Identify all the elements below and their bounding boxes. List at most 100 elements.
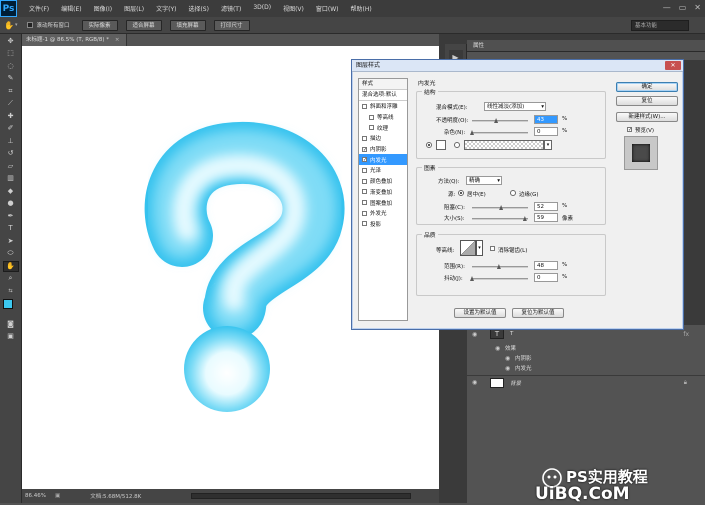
- style-item-checkbox[interactable]: [362, 135, 367, 141]
- chevron-down-icon[interactable]: ▾: [15, 22, 18, 28]
- reset-default-button[interactable]: 复位为默认值: [512, 308, 564, 318]
- eye-icon[interactable]: ◉: [472, 331, 480, 338]
- ok-button[interactable]: 确定: [616, 82, 678, 92]
- menu-item[interactable]: 编辑(E): [55, 4, 87, 13]
- shape-tool-icon[interactable]: ⬭: [3, 248, 19, 259]
- menu-item[interactable]: 窗口(W): [310, 4, 345, 13]
- gradient-tool-icon[interactable]: ▥: [3, 173, 19, 184]
- horizontal-scrollbar[interactable]: [191, 493, 412, 499]
- eraser-tool-icon[interactable]: ▱: [3, 161, 19, 172]
- style-item[interactable]: 光泽: [359, 165, 407, 176]
- style-item-checkbox[interactable]: ✓: [362, 157, 367, 163]
- menu-item[interactable]: 视图(V): [277, 4, 310, 13]
- path-select-tool-icon[interactable]: ➤: [3, 236, 19, 247]
- fill-screen-button[interactable]: 填充屏幕: [169, 19, 206, 31]
- antialias-checkbox[interactable]: [490, 246, 495, 251]
- move-tool-icon[interactable]: ✥: [3, 36, 19, 47]
- dodge-tool-icon[interactable]: ●: [3, 198, 19, 209]
- style-item-checkbox[interactable]: [362, 221, 367, 227]
- noise-slider[interactable]: [470, 130, 528, 135]
- close-icon[interactable]: ✕: [665, 61, 681, 70]
- marquee-tool-icon[interactable]: ⬚: [3, 48, 19, 59]
- style-item-checkbox[interactable]: [369, 114, 374, 120]
- reset-button[interactable]: 复位: [616, 96, 678, 106]
- lasso-tool-icon[interactable]: ◌: [3, 61, 19, 72]
- layer-row-background[interactable]: ◉ 背景 🔒︎: [467, 375, 705, 389]
- gradient-dropdown-icon[interactable]: ▾: [544, 140, 552, 150]
- style-item-checkbox[interactable]: ✓: [362, 146, 367, 152]
- style-item[interactable]: 图案叠加: [359, 197, 407, 208]
- zoom-level[interactable]: 86.46%: [25, 493, 55, 499]
- opacity-slider[interactable]: [472, 118, 528, 123]
- maximize-button[interactable]: ▭: [679, 3, 687, 12]
- menu-item[interactable]: 选择(S): [182, 4, 215, 13]
- swap-colors-icon[interactable]: ⇆: [3, 286, 19, 297]
- blur-tool-icon[interactable]: ◆: [3, 186, 19, 197]
- stamp-tool-icon[interactable]: ⊥: [3, 136, 19, 147]
- noise-input[interactable]: 0: [534, 127, 558, 136]
- quick-mask-icon[interactable]: ◙: [3, 319, 19, 330]
- menu-item[interactable]: 帮助(H): [345, 4, 378, 13]
- close-icon[interactable]: ×: [115, 37, 120, 43]
- style-list-header[interactable]: 样式: [359, 79, 407, 90]
- print-size-button[interactable]: 打印尺寸: [213, 19, 250, 31]
- style-item[interactable]: 描边: [359, 133, 407, 144]
- choke-slider[interactable]: [472, 205, 528, 210]
- size-input[interactable]: 59: [534, 213, 558, 222]
- jitter-input[interactable]: 0: [534, 273, 558, 282]
- foreground-color-swatch[interactable]: [2, 298, 20, 315]
- menu-item[interactable]: 图层(L): [118, 4, 150, 13]
- style-item[interactable]: 投影: [359, 219, 407, 230]
- fit-screen-button[interactable]: 适合屏幕: [125, 19, 162, 31]
- eye-icon[interactable]: ◉: [472, 379, 480, 386]
- zoom-tool-icon[interactable]: ⌕: [3, 273, 19, 284]
- brush-tool-icon[interactable]: ✐: [3, 123, 19, 134]
- status-icon[interactable]: ▣: [55, 493, 60, 499]
- type-tool-icon[interactable]: T: [3, 223, 19, 234]
- menu-item[interactable]: 文字(Y): [150, 4, 182, 13]
- menu-item[interactable]: 滤镜(T): [215, 4, 247, 13]
- style-item-checkbox[interactable]: [362, 167, 367, 173]
- contour-picker[interactable]: [460, 240, 476, 256]
- style-item[interactable]: 等高线: [359, 112, 407, 123]
- blend-options-item[interactable]: 混合选项:默认: [359, 90, 407, 101]
- eyedropper-tool-icon[interactable]: ⟋: [3, 98, 19, 109]
- style-item[interactable]: ✓ 内发光: [359, 154, 407, 166]
- source-edge-radio[interactable]: [510, 190, 516, 196]
- workspace-select[interactable]: 基本功能: [631, 20, 689, 31]
- jitter-slider[interactable]: [470, 276, 528, 281]
- pen-tool-icon[interactable]: ✒: [3, 211, 19, 222]
- properties-panel-header[interactable]: 属性: [467, 40, 705, 52]
- dialog-titlebar[interactable]: 图层样式 ✕: [352, 60, 683, 72]
- healing-tool-icon[interactable]: ✚: [3, 111, 19, 122]
- menu-item[interactable]: 3D(D): [247, 4, 277, 13]
- new-style-button[interactable]: 新建样式(W)...: [616, 112, 678, 122]
- style-item[interactable]: 颜色叠加: [359, 176, 407, 187]
- eye-icon[interactable]: ◉: [505, 365, 513, 372]
- make-default-button[interactable]: 设置为默认值: [454, 308, 506, 318]
- source-center-radio[interactable]: [458, 190, 464, 196]
- actual-pixels-button[interactable]: 实际像素: [81, 19, 118, 31]
- style-item[interactable]: 外发光: [359, 208, 407, 219]
- gradient-picker[interactable]: [464, 140, 544, 150]
- scroll-all-checkbox[interactable]: [27, 22, 34, 28]
- hand-tool-icon[interactable]: ✋: [2, 260, 19, 272]
- choke-input[interactable]: 52: [534, 202, 558, 211]
- style-item[interactable]: 纹理: [359, 122, 407, 133]
- fx-badge[interactable]: fx: [683, 331, 689, 338]
- history-brush-icon[interactable]: ↺: [3, 148, 19, 159]
- size-slider[interactable]: [472, 216, 528, 221]
- range-slider[interactable]: [472, 264, 528, 269]
- blend-mode-select[interactable]: 线性减淡(添加): [484, 102, 546, 111]
- style-item-checkbox[interactable]: [362, 210, 367, 216]
- document-tab[interactable]: 未标题-1 @ 86.5% (T, RGB/8) * ×: [22, 34, 127, 46]
- crop-tool-icon[interactable]: ⌗: [3, 86, 19, 97]
- style-item-checkbox[interactable]: [362, 189, 367, 195]
- style-item[interactable]: ✓ 内阴影: [359, 144, 407, 155]
- menu-item[interactable]: 文件(F): [23, 4, 55, 13]
- screen-mode-icon[interactable]: ▣: [3, 331, 19, 342]
- style-item-checkbox[interactable]: [362, 178, 367, 184]
- gradient-radio[interactable]: [454, 142, 460, 148]
- close-window-button[interactable]: ✕: [694, 3, 701, 12]
- opacity-input[interactable]: 43: [534, 115, 558, 124]
